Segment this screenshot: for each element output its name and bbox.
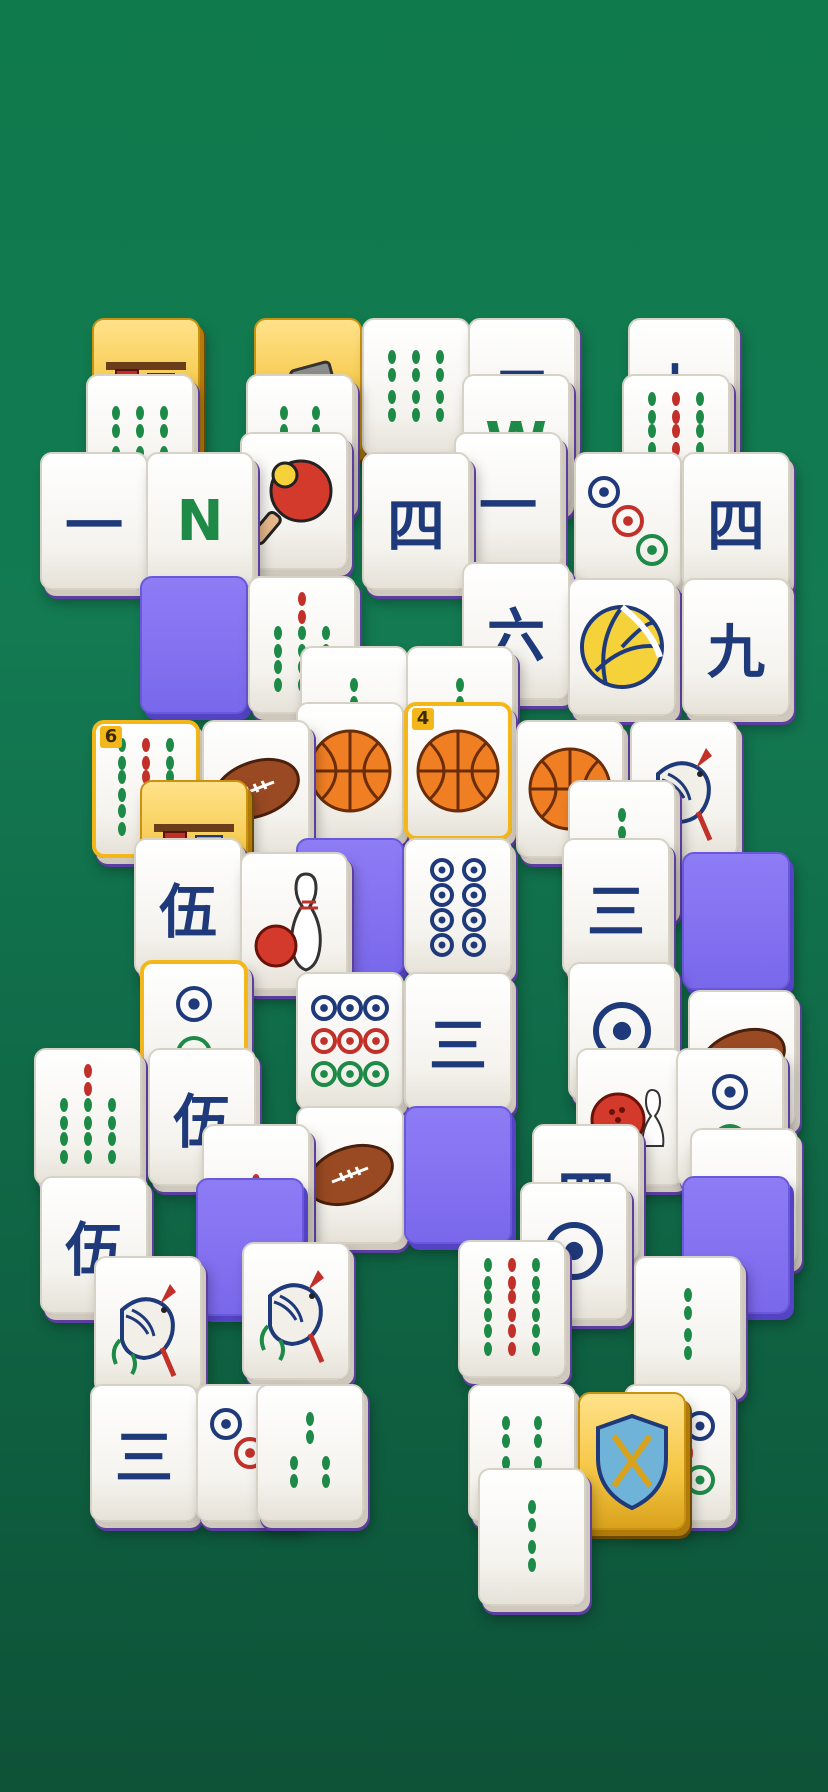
- empty-slot: [682, 852, 790, 990]
- mahjong-tile[interactable]: 伍: [134, 838, 242, 976]
- mahjong-tile[interactable]: [256, 1384, 364, 1522]
- basketball-icon: [304, 725, 396, 817]
- character-icon: 三: [114, 1424, 173, 1492]
- empty-slot: [404, 1106, 512, 1244]
- mahjong-tile[interactable]: [362, 318, 470, 456]
- tile-count-badge: 4: [412, 708, 434, 730]
- bamboo-2-icon: [482, 1482, 582, 1592]
- character-icon: 一: [478, 472, 537, 540]
- character-icon: 四: [706, 492, 765, 560]
- mahjong-tile[interactable]: 三: [90, 1384, 198, 1522]
- mahjong-tile[interactable]: [404, 838, 512, 976]
- bird-icon: [250, 1256, 342, 1366]
- shield-icon: [586, 1406, 678, 1516]
- circle-8-icon: [408, 852, 508, 962]
- empty-slot: [140, 576, 248, 714]
- mahjong-tile[interactable]: [574, 452, 682, 590]
- mahjong-tile[interactable]: [296, 1106, 404, 1244]
- bowling-icon: [254, 866, 334, 976]
- mahjong-tile[interactable]: 4: [404, 702, 512, 840]
- character-icon: 一: [64, 492, 123, 560]
- bamboo-2-icon: [638, 1270, 738, 1380]
- mahjong-tile[interactable]: 四: [682, 452, 790, 590]
- volleyball-icon: [576, 601, 668, 693]
- game-board: 二七W一N四一四六 九6 4 伍 三三 伍 四伍四 三: [0, 0, 828, 1792]
- ping-pong-icon: [249, 451, 339, 551]
- mahjong-tile[interactable]: [240, 852, 348, 990]
- mahjong-tile[interactable]: [242, 1242, 350, 1380]
- circle-3-icon: [578, 466, 678, 576]
- mahjong-tile[interactable]: [34, 1048, 142, 1186]
- tile-count-badge: 6: [100, 726, 122, 748]
- mahjong-tile[interactable]: [458, 1240, 566, 1378]
- mahjong-tile[interactable]: [296, 972, 404, 1110]
- mahjong-tile[interactable]: [634, 1256, 742, 1394]
- mahjong-tile[interactable]: [240, 432, 348, 570]
- basketball-icon: [412, 725, 504, 817]
- mahjong-tile[interactable]: [568, 578, 676, 716]
- bamboo-7-icon: [38, 1062, 138, 1172]
- north-wind-icon: N: [176, 488, 224, 554]
- mahjong-tile[interactable]: [478, 1468, 586, 1606]
- mahjong-tile[interactable]: 四: [362, 452, 470, 590]
- mahjong-tile[interactable]: 三: [562, 838, 670, 976]
- football-icon: [302, 1140, 398, 1210]
- mahjong-tile[interactable]: [296, 702, 404, 840]
- character-icon: 伍: [158, 878, 217, 946]
- bamboo-9-icon: [462, 1254, 562, 1364]
- mahjong-tile[interactable]: 一: [454, 432, 562, 570]
- character-icon: 三: [586, 878, 645, 946]
- mahjong-tile[interactable]: 九: [682, 578, 790, 716]
- bird-icon: [102, 1270, 194, 1380]
- mahjong-tile[interactable]: 一: [40, 452, 148, 590]
- character-icon: 三: [428, 1012, 487, 1080]
- mahjong-tile[interactable]: 三: [404, 972, 512, 1110]
- character-icon: 四: [386, 492, 445, 560]
- bamboo-6-icon: [366, 332, 466, 442]
- bamboo-3-icon: [260, 1398, 360, 1508]
- mahjong-tile[interactable]: [578, 1392, 686, 1530]
- mahjong-tile[interactable]: N: [146, 452, 254, 590]
- character-icon: 九: [706, 618, 765, 686]
- circle-9-icon: [300, 986, 400, 1096]
- mahjong-tile[interactable]: [94, 1256, 202, 1394]
